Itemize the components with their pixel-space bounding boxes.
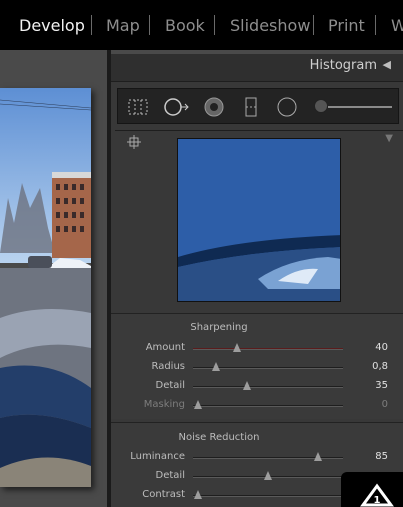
- module-develop[interactable]: Develop: [19, 17, 85, 35]
- slider-thumb[interactable]: [264, 471, 272, 480]
- slider-label: Masking: [143, 399, 185, 410]
- photo-preview[interactable]: [0, 88, 91, 487]
- graduated-filter-icon[interactable]: [240, 96, 262, 118]
- sharpening-title: Sharpening: [190, 322, 248, 333]
- module-picker-bar: Develop Map Book Slideshow Print W: [0, 0, 403, 50]
- slider-thumb[interactable]: [243, 381, 251, 390]
- masking-slider[interactable]: [193, 400, 343, 409]
- collapse-arrow-icon[interactable]: ◀: [383, 58, 391, 71]
- detail-zoom-preview[interactable]: [177, 138, 341, 302]
- slider-value[interactable]: 85: [375, 451, 388, 462]
- module-separator: [149, 15, 150, 35]
- contrast-slider[interactable]: [193, 490, 343, 499]
- detail-slider-row: Detail 35: [111, 379, 403, 395]
- right-panel: Histogram ◀ ▼ Sharpening Amount 40 Radiu…: [111, 50, 403, 507]
- corner-badge[interactable]: 1: [341, 472, 403, 507]
- sharpening-section: Sharpening Amount 40 Radius 0,8 Detail 3…: [111, 313, 403, 419]
- histogram-title: Histogram: [309, 58, 377, 73]
- slider-thumb[interactable]: [193, 400, 202, 409]
- module-separator: [375, 15, 376, 35]
- module-map[interactable]: Map: [106, 17, 140, 35]
- radius-slider[interactable]: [193, 362, 343, 371]
- slider-label: Luminance: [130, 451, 185, 462]
- noise-reduction-title: Noise Reduction: [178, 432, 260, 443]
- spot-removal-icon[interactable]: [162, 96, 190, 118]
- module-separator: [214, 15, 215, 35]
- slider-thumb[interactable]: [193, 490, 202, 499]
- red-eye-icon[interactable]: [203, 96, 225, 118]
- luminance-slider[interactable]: [193, 452, 343, 461]
- nr-detail-slider[interactable]: [193, 471, 343, 480]
- histogram-header[interactable]: Histogram ◀: [111, 50, 403, 82]
- slider-label: Radius: [151, 361, 185, 372]
- slider-thumb[interactable]: [211, 362, 220, 371]
- slider-label: Detail: [155, 380, 185, 391]
- slider-value[interactable]: 0: [382, 399, 388, 410]
- slider-value[interactable]: 40: [375, 342, 388, 353]
- module-book[interactable]: Book: [165, 17, 205, 35]
- radius-slider-row: Radius 0,8: [111, 360, 403, 376]
- amount-slider[interactable]: [193, 343, 343, 352]
- tool-slider-track[interactable]: [328, 106, 392, 108]
- amount-slider-row: Amount 40: [111, 341, 403, 357]
- image-canvas-area: [0, 50, 107, 507]
- slider-value[interactable]: 0,8: [372, 361, 388, 372]
- masking-slider-row: Masking 0: [111, 398, 403, 414]
- slider-label: Detail: [155, 470, 185, 481]
- slider-thumb[interactable]: [232, 343, 241, 352]
- tool-strip: [117, 88, 399, 124]
- radial-filter-icon[interactable]: [276, 96, 298, 118]
- histogram-header-edge: [111, 50, 403, 54]
- module-web[interactable]: W: [391, 17, 403, 35]
- panel-options-icon[interactable]: ▼: [385, 133, 393, 144]
- slider-label: Amount: [145, 342, 185, 353]
- module-separator: [313, 15, 314, 35]
- adjustment-brush-icon[interactable]: [314, 99, 328, 113]
- slider-label: Contrast: [142, 489, 185, 500]
- crop-overlay-icon[interactable]: [127, 96, 149, 118]
- target-crosshair-icon[interactable]: [127, 135, 141, 149]
- detail-preview-panel: ▼: [115, 130, 403, 310]
- module-separator: [91, 15, 92, 35]
- svg-text:1: 1: [374, 495, 381, 506]
- module-print[interactable]: Print: [328, 17, 365, 35]
- module-slideshow[interactable]: Slideshow: [230, 17, 310, 35]
- detail-slider[interactable]: [193, 381, 343, 390]
- slider-thumb[interactable]: [313, 452, 322, 461]
- luminance-slider-row: Luminance 85: [111, 450, 403, 466]
- slider-value[interactable]: 35: [375, 380, 388, 391]
